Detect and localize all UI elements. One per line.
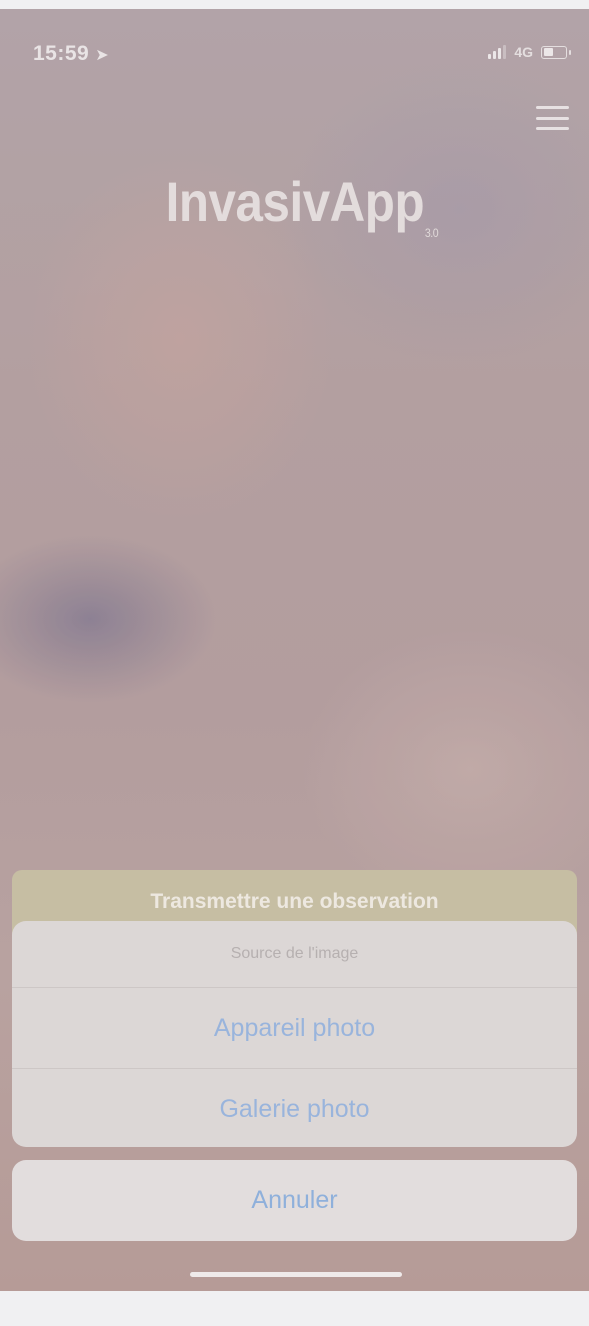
action-sheet-title: Source de l'image xyxy=(12,921,577,988)
status-time: 15:59 ➤ xyxy=(33,42,109,66)
network-type: 4G xyxy=(514,44,533,60)
camera-option-button[interactable]: Appareil photo xyxy=(12,988,577,1068)
battery-level-fill xyxy=(543,48,553,56)
home-indicator[interactable] xyxy=(190,1272,402,1277)
app-screen: 15:59 ➤ 4G InvasivApp 3.0 Transmettre une… xyxy=(0,9,589,1291)
signal-icon xyxy=(488,45,507,59)
logo-title-text: InvasivApp xyxy=(165,170,424,233)
submit-observation-label: Transmettre une observation xyxy=(150,890,439,913)
location-arrow-icon: ➤ xyxy=(95,47,110,64)
logo-title: InvasivApp 3.0 xyxy=(165,169,438,240)
gallery-option-button[interactable]: Galerie photo xyxy=(12,1068,577,1147)
status-time-text: 15:59 xyxy=(33,42,90,65)
logo-version: 3.0 xyxy=(424,226,438,240)
device-frame: 15:59 ➤ 4G InvasivApp 3.0 Transmettre une… xyxy=(0,0,589,1326)
image-source-action-sheet: Source de l'image Appareil photo Galerie… xyxy=(12,921,577,1147)
app-logo: InvasivApp 3.0 xyxy=(0,169,589,240)
hamburger-menu-icon[interactable] xyxy=(536,106,569,130)
battery-icon xyxy=(541,45,571,59)
status-indicators: 4G xyxy=(488,44,571,60)
cancel-button[interactable]: Annuler xyxy=(12,1160,577,1241)
